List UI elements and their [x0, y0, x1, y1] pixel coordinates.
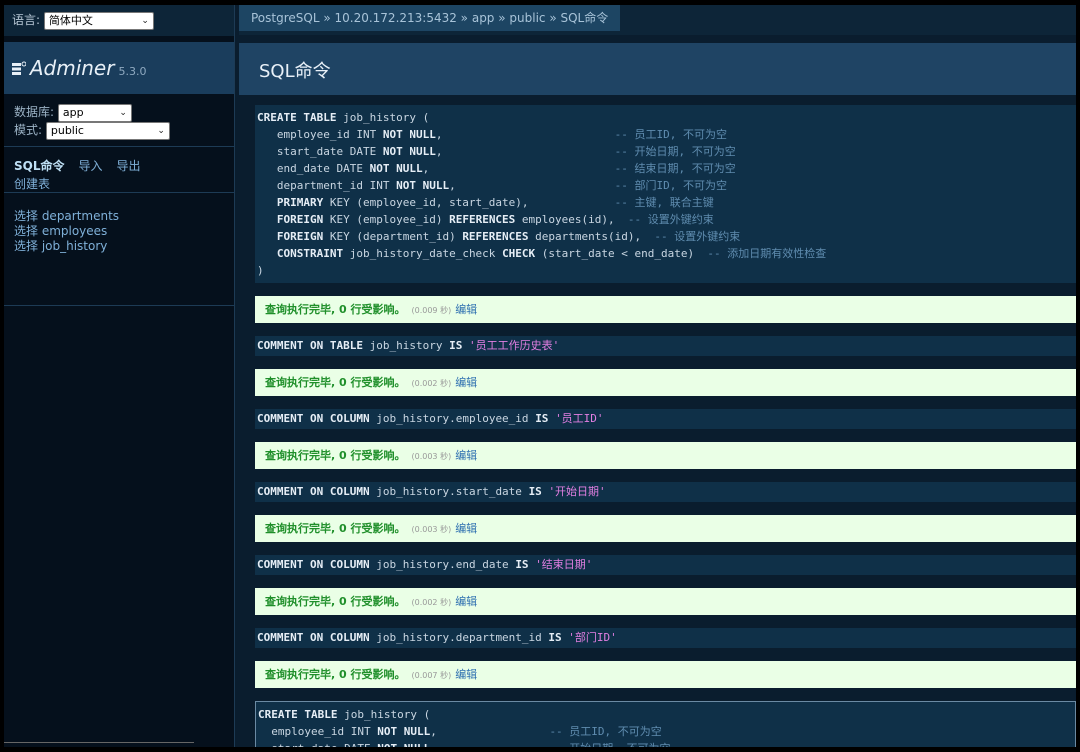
query-result-message: 查询执行完毕, 0 行受影响。 (0.009 秒) 编辑: [255, 296, 1076, 323]
database-value: app: [62, 105, 84, 119]
brand[interactable]: Adminer 5.3.0: [4, 42, 234, 94]
sql-query-block: COMMENT ON COLUMN job_history.employee_i…: [255, 409, 1076, 429]
language-row: 语言: 简体中文 ⌄: [4, 5, 234, 36]
sql-editor[interactable]: CREATE TABLE job_history ( employee_id I…: [255, 701, 1076, 747]
result-time: (0.009 秒): [411, 306, 452, 315]
adminer-window: 语言: 简体中文 ⌄ Adminer 5.3.0 数据库: app ⌄ 模式: pub…: [4, 5, 1076, 747]
main-content: PostgreSQL » 10.20.172.213:5432 » app » …: [239, 5, 1076, 747]
sql-query-block: CREATE TABLE job_history ( employee_id I…: [255, 105, 1076, 283]
sql-string: '部门ID': [568, 631, 617, 644]
sql-string: '员工工作历史表': [468, 339, 560, 352]
result-time: (0.002 秒): [411, 379, 452, 388]
database-select[interactable]: app ⌄: [57, 103, 132, 122]
sql-string: '开始日期': [548, 485, 606, 498]
sql-query-block: COMMENT ON COLUMN job_history.end_date I…: [255, 555, 1076, 575]
adminer-logo-icon: [12, 61, 26, 75]
edit-link[interactable]: 编辑: [455, 595, 477, 608]
database-label: 数据库:: [14, 105, 55, 119]
brand-name: Adminer: [29, 56, 115, 80]
edit-link[interactable]: 编辑: [455, 449, 477, 462]
result-time: (0.003 秒): [411, 525, 452, 534]
sidebar-links: SQL命令 导入 导出 创建表: [4, 147, 234, 193]
breadcrumb-bar: PostgreSQL » 10.20.172.213:5432 » app » …: [239, 5, 1076, 35]
chevron-down-icon: ⌄: [119, 107, 127, 118]
table-list: 选择 departments 选择 employees 选择 job_histo…: [4, 193, 234, 306]
table-link-departments[interactable]: 选择 departments: [14, 207, 234, 223]
create-table-link[interactable]: 创建表: [14, 175, 220, 192]
query-result-message: 查询执行完毕, 0 行受影响。 (0.002 秒) 编辑: [255, 369, 1076, 396]
query-results: CREATE TABLE job_history ( employee_id I…: [255, 105, 1076, 747]
sql-query-block: COMMENT ON COLUMN job_history.start_date…: [255, 482, 1076, 502]
query-result-message: 查询执行完毕, 0 行受影响。 (0.007 秒) 编辑: [255, 661, 1076, 688]
language-label: 语言:: [12, 13, 41, 27]
chevron-down-icon: ⌄: [157, 125, 165, 136]
schema-select[interactable]: public ⌄: [45, 121, 170, 140]
result-time: (0.002 秒): [411, 598, 452, 607]
result-time: (0.003 秒): [411, 452, 452, 461]
sidebar: 语言: 简体中文 ⌄ Adminer 5.3.0 数据库: app ⌄ 模式: pub…: [4, 5, 235, 747]
page-title: SQL命令: [239, 43, 1076, 95]
table-link-employees[interactable]: 选择 employees: [14, 222, 234, 238]
query-result-message: 查询执行完毕, 0 行受影响。 (0.003 秒) 编辑: [255, 442, 1076, 469]
edit-link[interactable]: 编辑: [455, 668, 477, 681]
query-result-message: 查询执行完毕, 0 行受影响。 (0.003 秒) 编辑: [255, 515, 1076, 542]
database-selector: 数据库: app ⌄ 模式: public ⌄: [4, 94, 234, 147]
schema-label: 模式:: [14, 123, 43, 137]
chevron-down-icon: ⌄: [141, 15, 149, 26]
language-select[interactable]: 简体中文 ⌄: [43, 11, 154, 30]
breadcrumb[interactable]: PostgreSQL » 10.20.172.213:5432 » app » …: [239, 5, 621, 31]
brand-version: 5.3.0: [118, 65, 147, 78]
export-link[interactable]: 导出: [117, 159, 141, 173]
result-text: 查询执行完毕, 0 行受影响。: [265, 595, 406, 608]
schema-value: public: [50, 123, 84, 137]
sql-string: '结束日期': [535, 558, 593, 571]
sql-string: '员工ID': [555, 412, 604, 425]
result-time: (0.007 秒): [411, 671, 452, 680]
query-result-message: 查询执行完毕, 0 行受影响。 (0.002 秒) 编辑: [255, 588, 1076, 615]
edit-link[interactable]: 编辑: [455, 376, 477, 389]
result-text: 查询执行完毕, 0 行受影响。: [265, 668, 406, 681]
language-value: 简体中文: [48, 13, 93, 27]
result-text: 查询执行完毕, 0 行受影响。: [265, 522, 406, 535]
sql-query-block: COMMENT ON COLUMN job_history.department…: [255, 628, 1076, 648]
table-link-job-history[interactable]: 选择 job_history: [14, 237, 234, 253]
scrollbar[interactable]: [4, 742, 194, 752]
sql-query-block: COMMENT ON TABLE job_history IS '员工工作历史表…: [255, 336, 1076, 356]
result-text: 查询执行完毕, 0 行受影响。: [265, 303, 406, 316]
edit-link[interactable]: 编辑: [455, 303, 477, 316]
result-text: 查询执行完毕, 0 行受影响。: [265, 376, 406, 389]
import-link[interactable]: 导入: [79, 159, 103, 173]
sql-command-link[interactable]: SQL命令: [14, 159, 65, 173]
result-text: 查询执行完毕, 0 行受影响。: [265, 449, 406, 462]
edit-link[interactable]: 编辑: [455, 522, 477, 535]
